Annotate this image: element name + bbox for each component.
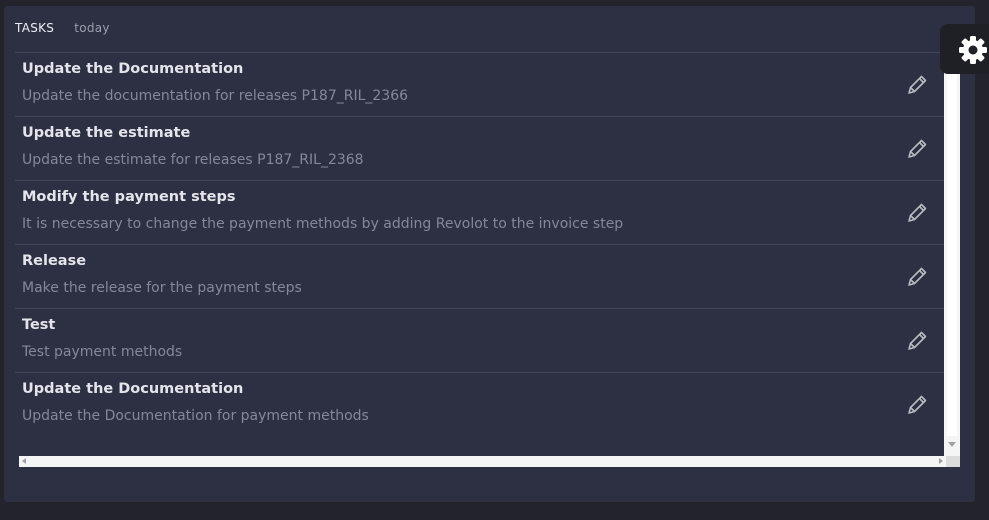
task-description: It is necessary to change the payment me…	[22, 216, 624, 232]
scrollbar-corner	[946, 456, 960, 467]
vertical-scrollbar[interactable]	[944, 52, 960, 467]
task-item[interactable]: Modify the payment steps It is necessary…	[15, 180, 944, 244]
pencil-icon[interactable]	[906, 330, 928, 352]
task-title: Release	[22, 253, 87, 269]
task-title: Update the Documentation	[22, 61, 244, 77]
task-title: Test	[22, 317, 56, 333]
task-title: Update the Documentation	[22, 381, 244, 397]
task-item[interactable]: Release Make the release for the payment…	[15, 244, 944, 308]
task-item[interactable]: Test Test payment methods	[15, 308, 944, 372]
horizontal-scrollbar[interactable]	[19, 456, 946, 467]
task-description: Make the release for the payment steps	[22, 280, 302, 296]
task-title: Update the estimate	[22, 125, 191, 141]
settings-button[interactable]	[940, 24, 989, 74]
task-description: Update the documentation for releases P1…	[22, 88, 409, 104]
tab-today[interactable]: today	[74, 21, 110, 35]
pencil-icon[interactable]	[906, 394, 928, 416]
task-item[interactable]: Update the estimate Update the estimate …	[15, 116, 944, 180]
tab-tasks[interactable]: TASKS	[15, 21, 54, 35]
task-item[interactable]: Update the Documentation Update the Docu…	[15, 372, 944, 436]
task-description: Test payment methods	[22, 344, 183, 360]
scroll-right-arrow-icon[interactable]	[939, 458, 943, 464]
task-list: Update the Documentation Update the docu…	[15, 52, 944, 450]
pencil-icon[interactable]	[906, 202, 928, 224]
scroll-down-arrow-icon[interactable]	[948, 442, 956, 447]
pencil-icon[interactable]	[906, 138, 928, 160]
task-description: Update the estimate for releases P187_RI…	[22, 152, 364, 168]
scroll-left-arrow-icon[interactable]	[22, 458, 26, 464]
task-description: Update the Documentation for payment met…	[22, 408, 369, 424]
task-title: Modify the payment steps	[22, 189, 236, 205]
pencil-icon[interactable]	[906, 74, 928, 96]
pencil-icon[interactable]	[906, 266, 928, 288]
gear-icon	[959, 36, 987, 64]
vertical-scroll-thumb[interactable]	[947, 66, 957, 436]
task-item[interactable]: Update the Documentation Update the docu…	[15, 52, 944, 116]
tab-bar: TASKS today	[15, 18, 110, 38]
